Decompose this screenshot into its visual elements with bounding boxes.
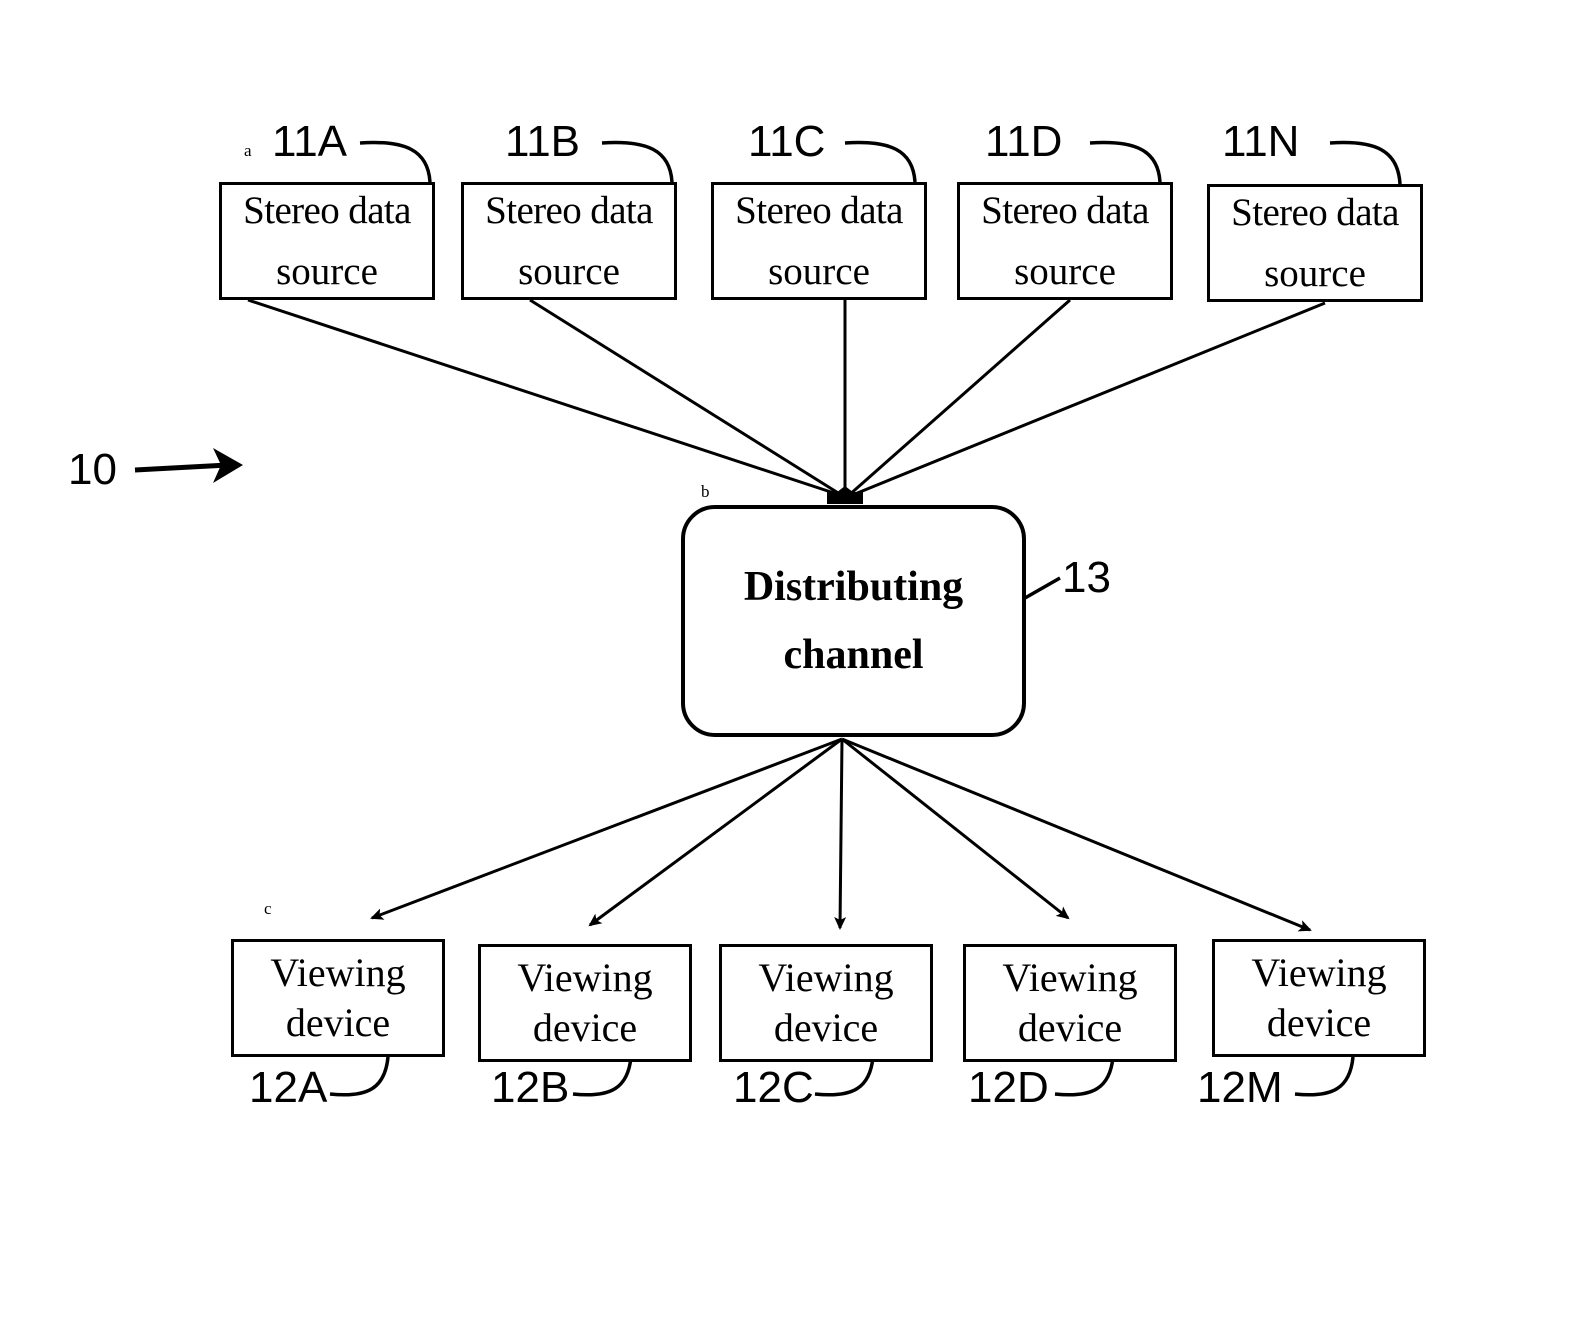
source-ref-11d: 11D <box>985 117 1063 166</box>
distributing-channel-node[interactable]: Distributing channel <box>681 505 1026 737</box>
system-reference-10: 10 <box>68 445 117 494</box>
viewer-ref-12d: 12D <box>968 1063 1049 1112</box>
stereo-data-source-11c[interactable]: Stereo data source <box>711 182 927 300</box>
viewer-label-line2: device <box>1017 1005 1123 1050</box>
source-label-line2: source <box>1264 252 1366 295</box>
source-ref-11a: 11A <box>272 117 348 166</box>
source-row-marker-a: a <box>244 141 252 160</box>
source-label-line2: source <box>768 250 870 293</box>
source-label-line1: Stereo data <box>981 189 1149 232</box>
patent-figure: 10 a 11A 11B 11C 11D 11N Stereo data sou… <box>0 0 1578 1331</box>
viewing-device-12c[interactable]: Viewing device <box>719 944 933 1062</box>
stereo-data-source-11d[interactable]: Stereo data source <box>957 182 1173 300</box>
source-label-line1: Stereo data <box>1231 191 1399 234</box>
source-label-line2: source <box>518 250 620 293</box>
source-ref-11n: 11N <box>1222 117 1300 166</box>
viewer-label-line2: device <box>1266 1000 1372 1045</box>
viewer-ref-12a: 12A <box>249 1063 328 1112</box>
viewer-label-line2: device <box>285 1000 391 1045</box>
viewer-label-line1: Viewing <box>1251 950 1387 995</box>
hub-ref-13: 13 <box>1062 553 1111 602</box>
hub-leader-line <box>1024 576 1061 600</box>
viewer-label-line1: Viewing <box>758 955 894 1000</box>
viewer-label-line1: Viewing <box>1002 955 1138 1000</box>
viewer-label-line2: device <box>773 1005 879 1050</box>
viewer-row-marker-c: c <box>264 899 272 918</box>
hub-to-viewer-lines <box>370 737 1312 932</box>
convergence-node-base <box>827 492 863 504</box>
stereo-data-source-11b[interactable]: Stereo data source <box>461 182 677 300</box>
viewer-ref-12m: 12M <box>1197 1063 1283 1112</box>
viewing-device-12b[interactable]: Viewing device <box>478 944 692 1062</box>
source-label-line1: Stereo data <box>485 189 653 232</box>
viewer-label-line2: device <box>532 1005 638 1050</box>
system-ref-arrow <box>134 448 243 483</box>
source-ref-11b: 11B <box>505 117 581 166</box>
convergence-node <box>828 486 862 499</box>
stereo-data-source-11a[interactable]: Stereo data source <box>219 182 435 300</box>
source-label-line2: source <box>1014 250 1116 293</box>
source-ref-11c: 11C <box>748 117 826 166</box>
viewing-device-12d[interactable]: Viewing device <box>963 944 1177 1062</box>
hub-marker-b: b <box>701 482 710 501</box>
stereo-data-source-11n[interactable]: Stereo data source <box>1207 184 1423 302</box>
viewer-label-line1: Viewing <box>270 950 406 995</box>
viewer-ref-12c: 12C <box>733 1063 814 1112</box>
hub-label-line1: Distributing <box>743 564 964 610</box>
viewer-ref-12b: 12B <box>491 1063 570 1112</box>
source-label-line1: Stereo data <box>735 189 903 232</box>
viewing-device-12m[interactable]: Viewing device <box>1212 939 1426 1057</box>
viewer-label-line1: Viewing <box>517 955 653 1000</box>
hub-label-line2: channel <box>783 632 924 678</box>
source-to-hub-lines <box>247 298 1326 498</box>
source-label-line2: source <box>276 250 378 293</box>
viewing-device-12a[interactable]: Viewing device <box>231 939 445 1057</box>
source-label-line1: Stereo data <box>243 189 411 232</box>
